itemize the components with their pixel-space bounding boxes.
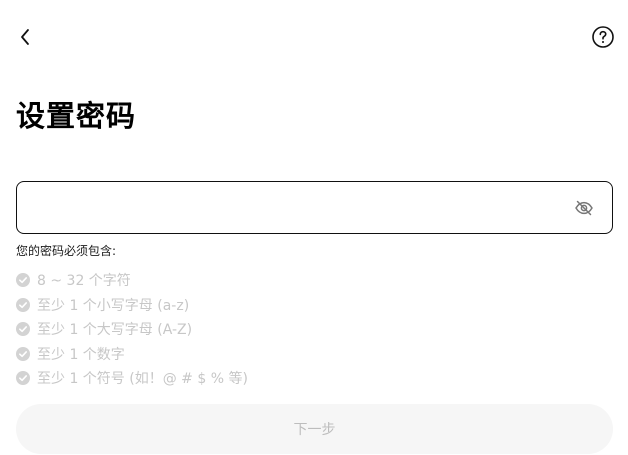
requirement-label: 8 ~ 32 个字符: [37, 273, 131, 290]
check-circle-icon: [16, 371, 30, 386]
password-field[interactable]: [16, 181, 613, 234]
eye-off-icon: [575, 200, 593, 215]
check-circle-icon: [16, 322, 30, 337]
requirement-label: 至少 1 个小写字母 (a-z): [37, 297, 190, 314]
requirement-lowercase: 至少 1 个小写字母 (a-z): [16, 293, 248, 318]
requirement-label: 至少 1 个数字: [37, 346, 125, 363]
next-step-button[interactable]: 下一步: [16, 404, 613, 454]
back-button[interactable]: [14, 26, 36, 48]
password-visibility-toggle[interactable]: [573, 197, 595, 219]
requirement-symbol: 至少 1 个符号 (如！@ # $ % 等): [16, 366, 248, 391]
set-password-page: 设置密码 您的密码必须包含: 8 ~ 32 个字符 至少 1 个小写字母 (a-…: [0, 0, 628, 455]
requirement-length: 8 ~ 32 个字符: [16, 268, 248, 293]
requirement-label: 至少 1 个符号 (如！@ # $ % 等): [37, 371, 248, 388]
requirements-heading: 您的密码必须包含:: [16, 244, 117, 258]
page-title: 设置密码: [16, 99, 137, 133]
check-circle-icon: [16, 273, 30, 288]
chevron-left-icon: [21, 29, 29, 45]
password-input[interactable]: [17, 182, 573, 233]
question-circle-icon: [592, 26, 614, 48]
check-circle-icon: [16, 297, 30, 312]
requirement-label: 至少 1 个大写字母 (A-Z): [37, 322, 193, 339]
requirements-list: 8 ~ 32 个字符 至少 1 个小写字母 (a-z) 至少 1 个大写字母 (…: [16, 268, 248, 391]
requirement-uppercase: 至少 1 个大写字母 (A-Z): [16, 317, 248, 342]
help-button[interactable]: [591, 25, 615, 49]
check-circle-icon: [16, 346, 30, 361]
requirement-digit: 至少 1 个数字: [16, 342, 248, 367]
